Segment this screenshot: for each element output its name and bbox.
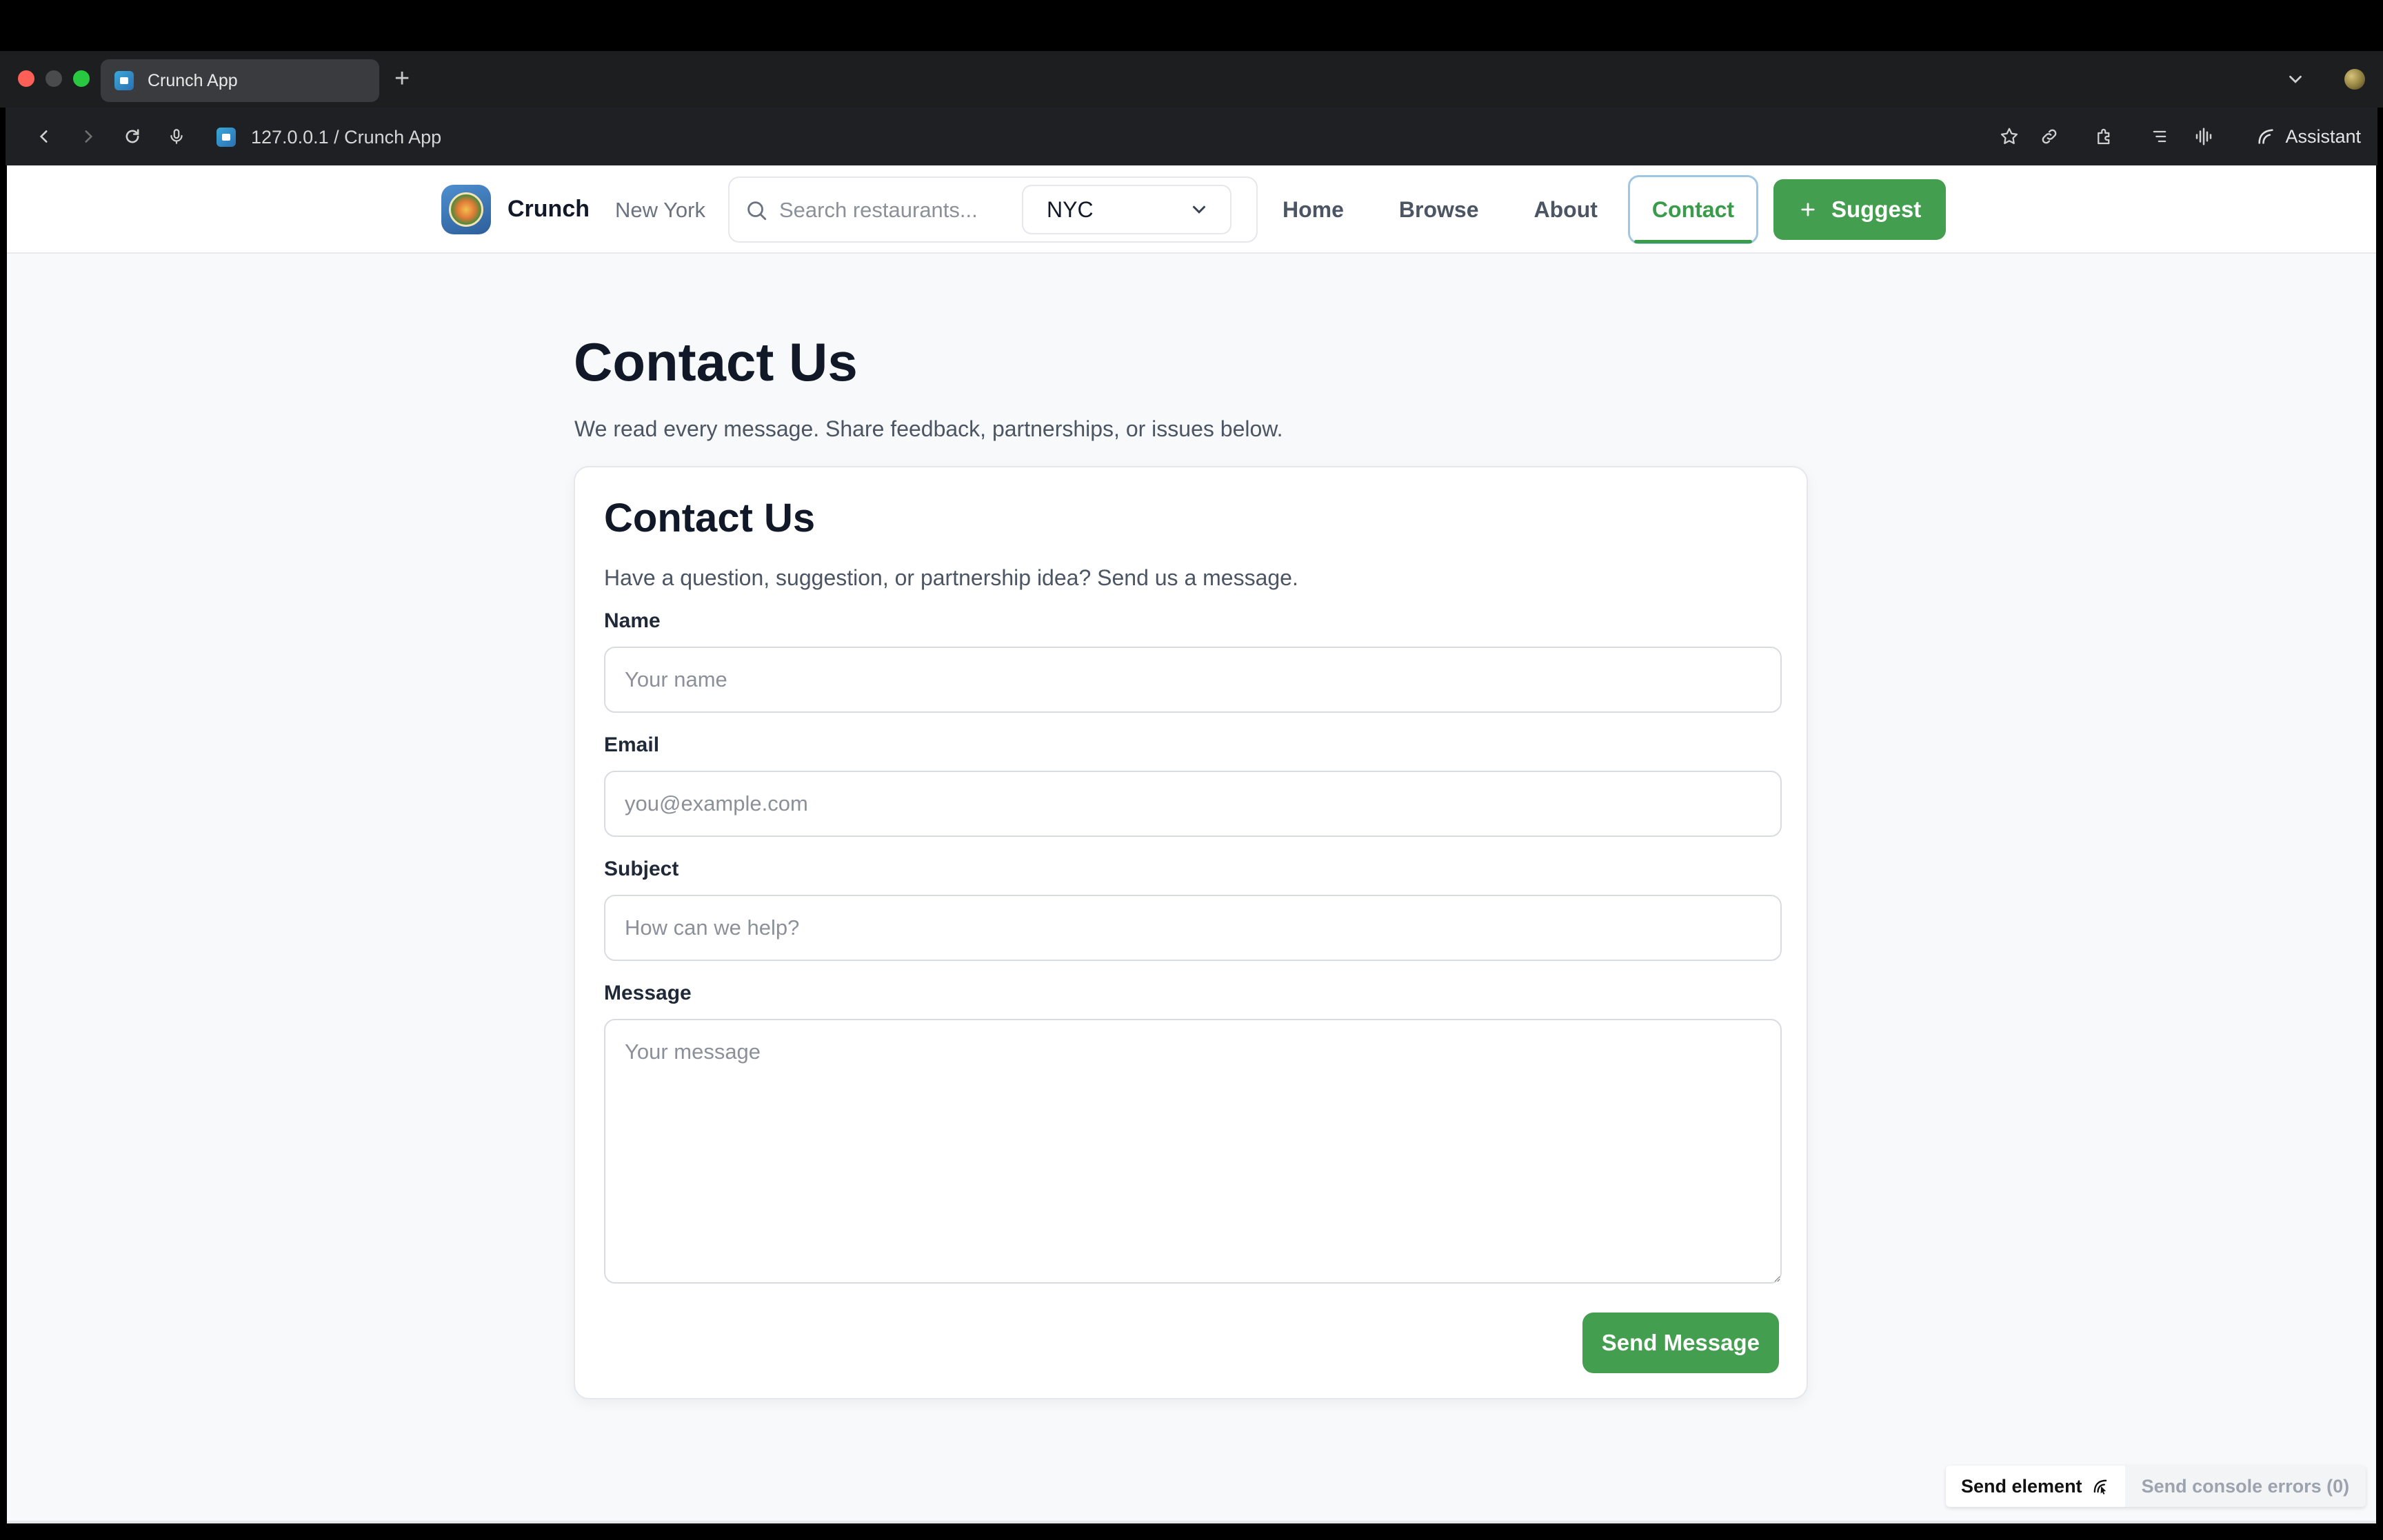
browser-tab-active[interactable]: Crunch App <box>101 59 379 102</box>
suggest-label: Suggest <box>1831 196 1922 222</box>
extensions-puzzle-icon[interactable] <box>2091 123 2118 150</box>
crunch-logo[interactable] <box>441 185 491 234</box>
maximize-window-button[interactable] <box>73 70 90 87</box>
screen-top-bezel <box>0 0 2383 51</box>
subject-label: Subject <box>604 858 679 880</box>
profile-avatar[interactable] <box>2344 69 2365 90</box>
current-city-label: New York <box>615 198 705 222</box>
dev-toolbar: Send element Send console errors (0) <box>1946 1466 2366 1507</box>
send-console-errors-button[interactable]: Send console errors (0) <box>2125 1466 2366 1507</box>
name-label: Name <box>604 609 661 632</box>
subject-field[interactable] <box>604 895 1782 961</box>
message-label: Message <box>604 982 692 1004</box>
page-subtitle: We read every message. Share feedback, p… <box>574 416 1283 441</box>
reload-icon[interactable] <box>119 123 146 150</box>
forward-arrow-icon[interactable] <box>74 123 102 150</box>
new-tab-button[interactable]: + <box>394 63 410 94</box>
assistant-icon <box>2258 129 2274 144</box>
nav-about[interactable]: About <box>1534 197 1598 223</box>
site-favicon-icon <box>217 128 236 147</box>
name-field[interactable] <box>604 647 1782 713</box>
address-bar-url: 127.0.0.1 / Crunch App <box>251 126 442 148</box>
page-title: Contact Us <box>574 332 858 392</box>
app-header: Crunch New York NYC Home Browse About Co… <box>7 165 2376 254</box>
contact-form-card: Contact Us Have a question, suggestion, … <box>574 466 1808 1399</box>
address-bar[interactable]: 127.0.0.1 / Crunch App <box>217 124 441 150</box>
brand-name[interactable]: Crunch <box>507 196 590 223</box>
page-viewport: Crunch New York NYC Home Browse About Co… <box>7 165 2376 1523</box>
city-select-value: NYC <box>1047 196 1094 222</box>
minimize-window-button[interactable] <box>46 70 62 87</box>
restaurant-search-input[interactable] <box>779 193 1007 227</box>
link-icon[interactable] <box>2035 123 2063 150</box>
send-message-button[interactable]: Send Message <box>1582 1313 1779 1373</box>
main-nav: Home Browse About Contact Suggest <box>1283 165 1947 254</box>
plus-icon <box>1801 203 1815 216</box>
send-element-button[interactable]: Send element <box>1946 1466 2125 1507</box>
email-field[interactable] <box>604 771 1782 837</box>
form-subtitle: Have a question, suggestion, or partners… <box>604 565 1298 590</box>
page-bottom-divider <box>7 1521 2376 1523</box>
browser-toolbar: 127.0.0.1 / Crunch App Assistant <box>6 108 2377 165</box>
nav-home[interactable]: Home <box>1283 197 1344 223</box>
close-window-button[interactable] <box>18 70 34 87</box>
tab-list-chevron-icon[interactable] <box>2285 69 2306 93</box>
suggest-button[interactable]: Suggest <box>1773 179 1947 240</box>
send-element-label: Send element <box>1961 1475 2082 1497</box>
form-title: Contact Us <box>604 496 816 540</box>
reading-list-icon[interactable] <box>2146 123 2173 150</box>
nav-contact[interactable]: Contact <box>1627 175 1759 244</box>
assistant-button[interactable]: Assistant <box>2246 121 2371 152</box>
assistant-label: Assistant <box>2285 125 2361 147</box>
chevron-down-icon <box>1193 205 1205 214</box>
message-field[interactable] <box>604 1019 1782 1284</box>
tab-favicon-icon <box>114 71 134 90</box>
search-group: NYC <box>728 176 1258 243</box>
city-select[interactable]: NYC <box>1022 185 1231 234</box>
microphone-icon[interactable] <box>163 123 190 150</box>
tab-title: Crunch App <box>148 70 238 90</box>
nav-browse[interactable]: Browse <box>1399 197 1479 223</box>
search-icon <box>745 199 768 225</box>
audio-waveform-icon[interactable] <box>2190 123 2218 150</box>
email-label: Email <box>604 733 660 756</box>
bookmark-star-icon[interactable] <box>1995 123 2023 150</box>
back-arrow-icon[interactable] <box>30 123 58 150</box>
cursor-pointer-icon <box>2093 1479 2107 1495</box>
